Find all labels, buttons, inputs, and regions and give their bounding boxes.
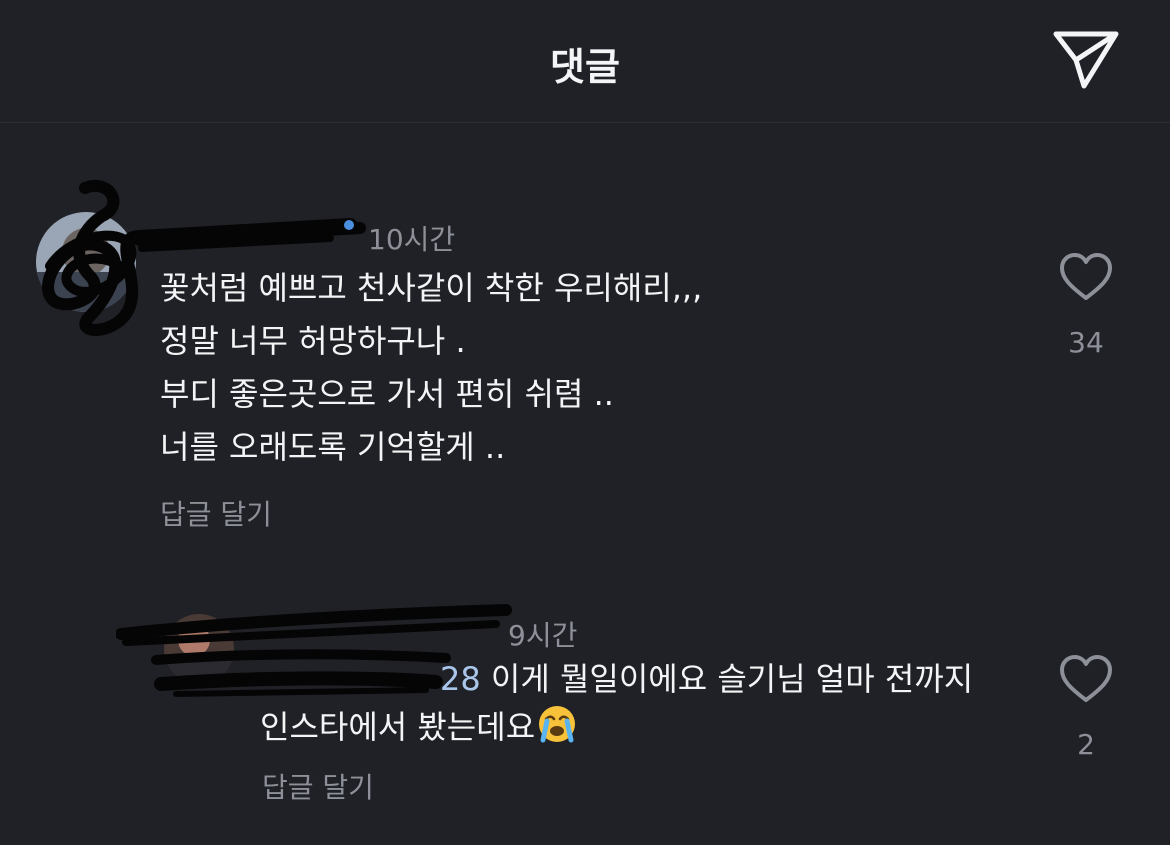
- share-button[interactable]: [1046, 22, 1126, 94]
- comment-line: 부디 좋은곳으로 가서 편히 쉬렴 ..: [160, 375, 614, 413]
- like-count: 2: [1077, 728, 1095, 761]
- reply-button[interactable]: 답글 달기: [160, 493, 272, 533]
- comments-header: 댓글: [0, 0, 1170, 123]
- comment-line: 꽃처럼 예쁘고 천사같이 착한 우리해리,,,: [160, 269, 703, 307]
- mention-fragment[interactable]: 28: [440, 660, 481, 698]
- like-count: 34: [1068, 326, 1104, 359]
- like-button[interactable]: [1058, 654, 1114, 706]
- loudly-crying-face-emoji: [537, 704, 577, 757]
- comment-time: 10시간: [368, 223, 456, 256]
- comment-line: 정말 너무 허망하구나 .: [160, 322, 466, 360]
- heart-outline-icon: [1060, 253, 1112, 300]
- reply-button[interactable]: 답글 달기: [262, 766, 374, 806]
- paper-plane-icon: [1053, 31, 1119, 89]
- heart-outline-icon: [1060, 655, 1112, 702]
- page-title: 댓글: [550, 45, 620, 89]
- reply-line: 인스타에서 봤는데요: [260, 708, 536, 746]
- comment-body: 꽃처럼 예쁘고 천사같이 착한 우리해리,,, 정말 너무 허망하구나 . 부디…: [160, 262, 702, 474]
- reply-line: 이게 뭘일이에요 슬기님 얼마 전까지: [480, 660, 974, 698]
- comment-line: 너를 오래도록 기억할게 ..: [160, 428, 506, 466]
- reply-body: 28 이게 뭘일이에요 슬기님 얼마 전까지 인스타에서 봤는데요: [260, 655, 973, 757]
- like-button[interactable]: [1058, 252, 1114, 304]
- reply-time: 9시간: [508, 619, 578, 652]
